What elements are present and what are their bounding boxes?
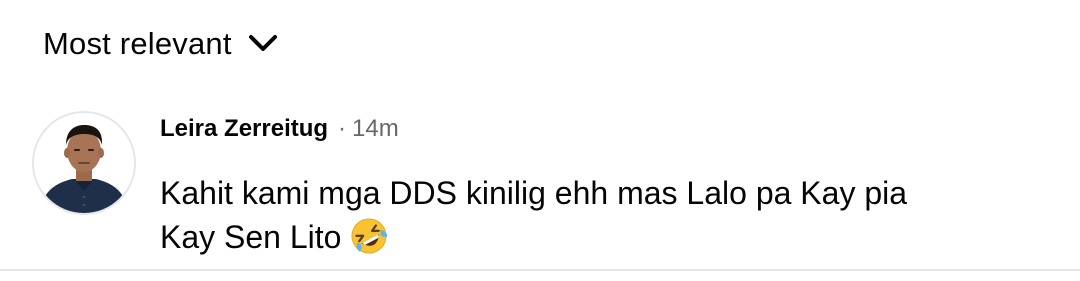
avatar-image — [34, 113, 134, 213]
comment-text-line-2: Kay Sen Lito — [160, 219, 342, 255]
comment-timestamp[interactable]: 14m — [352, 115, 399, 143]
divider — [0, 269, 1080, 271]
chevron-down-icon — [246, 27, 280, 61]
rolling-on-floor-laughing-emoji-icon — [349, 216, 389, 256]
comment-text: Kahit kami mga DDS kinilig ehh mas Lalo … — [160, 171, 1060, 259]
comment-author[interactable]: Leira Zerreitug — [160, 115, 328, 143]
sort-dropdown[interactable]: Most relevant — [43, 26, 280, 62]
comment-item: Leira Zerreitug · 14m Kahit kami mga DDS… — [32, 111, 1080, 261]
comment-body: Leira Zerreitug · 14m Kahit kami mga DDS… — [160, 111, 1060, 259]
comment-text-line-1: Kahit kami mga DDS kinilig ehh mas Lalo … — [160, 175, 908, 211]
sort-label: Most relevant — [43, 26, 232, 61]
meta-separator: · — [338, 115, 347, 142]
comment-meta: Leira Zerreitug · 14m — [160, 111, 1060, 155]
avatar[interactable] — [32, 111, 136, 215]
